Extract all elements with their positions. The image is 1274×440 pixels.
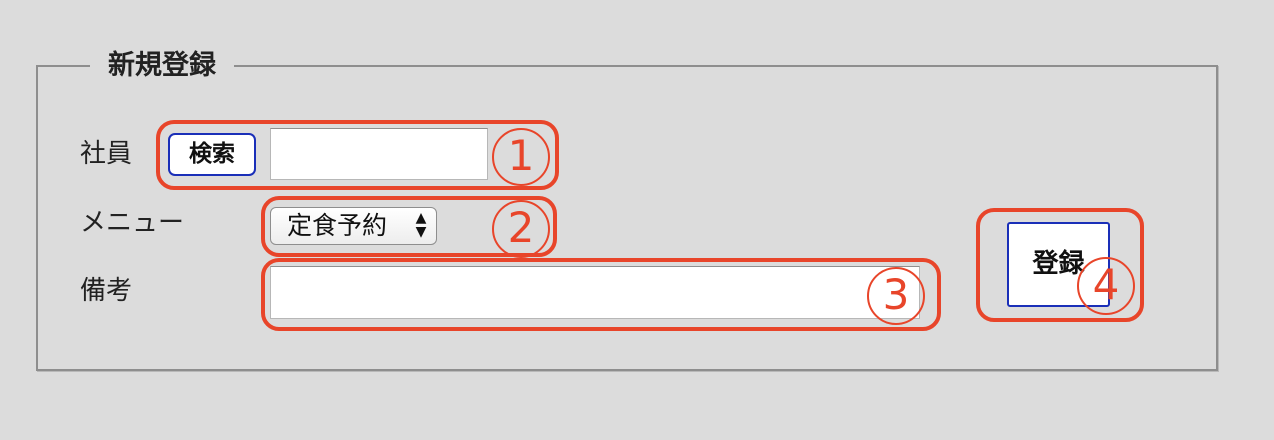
- employee-label: 社員: [80, 139, 133, 169]
- remarks-label: 備考: [80, 276, 133, 306]
- remarks-input[interactable]: [270, 266, 920, 319]
- search-button[interactable]: 検索: [168, 133, 256, 176]
- menu-select[interactable]: 定食予約 ▲ ▼: [270, 207, 437, 245]
- menu-label: メニュー: [80, 208, 185, 238]
- menu-select-value: 定食予約: [287, 211, 388, 240]
- up-down-arrows-icon: ▲ ▼: [415, 210, 427, 240]
- fieldset-legend: 新規登録: [90, 48, 234, 84]
- register-button[interactable]: 登録: [1007, 222, 1110, 307]
- registration-fieldset: [36, 65, 1218, 371]
- employee-input[interactable]: [270, 128, 488, 180]
- registration-page: 新規登録 社員 検索 メニュー 定食予約 ▲ ▼ 備考 登録 1 2 3 4: [0, 0, 1274, 440]
